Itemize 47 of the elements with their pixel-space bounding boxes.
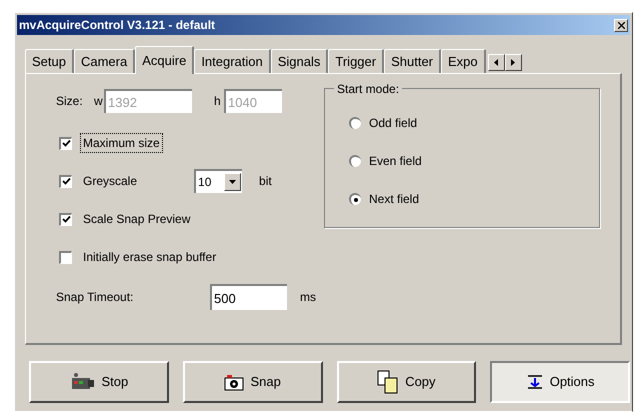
snap-timeout-field[interactable]: 500 bbox=[210, 284, 287, 310]
snap-timeout-label: Snap Timeout: bbox=[56, 289, 134, 306]
select-value: 10 bbox=[198, 174, 212, 191]
checkbox-label[interactable]: Scale Snap Preview bbox=[80, 209, 194, 229]
radio-label[interactable]: Odd field bbox=[369, 114, 418, 132]
toolbar-button[interactable]: Snap bbox=[182, 361, 322, 403]
tab[interactable]: Acquire bbox=[135, 46, 194, 74]
radio-label[interactable]: Next field bbox=[369, 190, 420, 208]
tab[interactable]: Expo bbox=[441, 49, 486, 73]
checkbox-label[interactable]: Initially erase snap buffer bbox=[80, 247, 220, 267]
checkbox-label[interactable]: Maximum size bbox=[80, 133, 163, 153]
tab[interactable]: Camera bbox=[74, 49, 136, 73]
checkbox[interactable] bbox=[59, 174, 72, 188]
unit-label: bit bbox=[259, 173, 272, 190]
left-arrow-icon bbox=[494, 59, 498, 66]
tab[interactable]: Integration bbox=[194, 49, 271, 73]
camera-icon bbox=[70, 372, 96, 392]
scroll-left-button[interactable] bbox=[488, 54, 505, 71]
width-label: w bbox=[94, 93, 104, 110]
options-icon bbox=[526, 374, 544, 390]
checkbox[interactable] bbox=[59, 136, 72, 150]
tab[interactable]: Shutter bbox=[384, 49, 442, 73]
toolbar-button[interactable]: Options bbox=[490, 361, 630, 403]
camera-icon bbox=[224, 374, 244, 390]
toolbar-button[interactable]: Stop bbox=[29, 361, 169, 403]
tab[interactable]: Trigger bbox=[328, 49, 384, 73]
size-label: Size: bbox=[56, 93, 84, 110]
radio-button[interactable] bbox=[349, 193, 361, 205]
tab[interactable]: Signals bbox=[270, 49, 328, 73]
right-arrow-icon bbox=[511, 59, 516, 66]
radio-button[interactable] bbox=[349, 155, 361, 167]
radio-label[interactable]: Even field bbox=[369, 152, 422, 170]
height-label: h bbox=[214, 93, 222, 110]
radio-button[interactable] bbox=[349, 117, 361, 129]
checkbox-label[interactable]: Greyscale bbox=[80, 171, 140, 191]
window-title: mvAcquireControl V3.121 - default bbox=[19, 19, 216, 31]
bit-depth-select[interactable]: 10 bbox=[194, 169, 242, 193]
checkbox[interactable] bbox=[59, 212, 72, 226]
scroll-right-button[interactable] bbox=[504, 54, 522, 71]
close-icon bbox=[618, 22, 624, 28]
caret-icon bbox=[229, 180, 236, 184]
copy-icon bbox=[377, 370, 400, 394]
close-button[interactable] bbox=[614, 18, 628, 32]
tab[interactable]: Setup bbox=[25, 49, 74, 73]
checkbox[interactable] bbox=[59, 250, 72, 264]
unit-label: ms bbox=[300, 289, 316, 306]
toolbar-button[interactable]: Copy bbox=[336, 361, 476, 403]
